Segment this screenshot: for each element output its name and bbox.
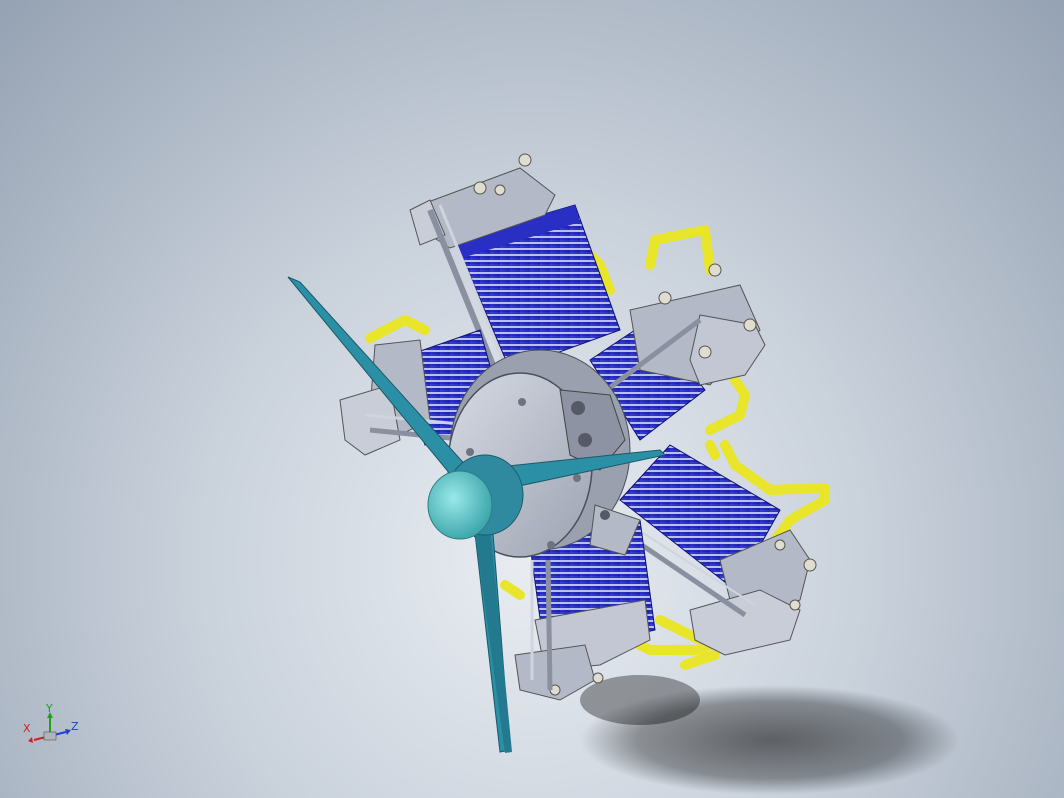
cylinder-top[interactable]	[409, 153, 621, 372]
y-axis-label: Y	[45, 702, 53, 715]
x-axis-label: X	[23, 722, 31, 735]
triad-origin-block	[43, 731, 57, 741]
ground-shadow	[580, 675, 960, 795]
radial-engine-model[interactable]	[0, 0, 1064, 798]
orientation-triad: X Y Z	[18, 702, 88, 754]
propeller-spinner[interactable]	[427, 454, 524, 540]
graphics-viewport[interactable]: X Y Z	[0, 0, 1064, 798]
z-axis-label: Z	[71, 720, 79, 733]
